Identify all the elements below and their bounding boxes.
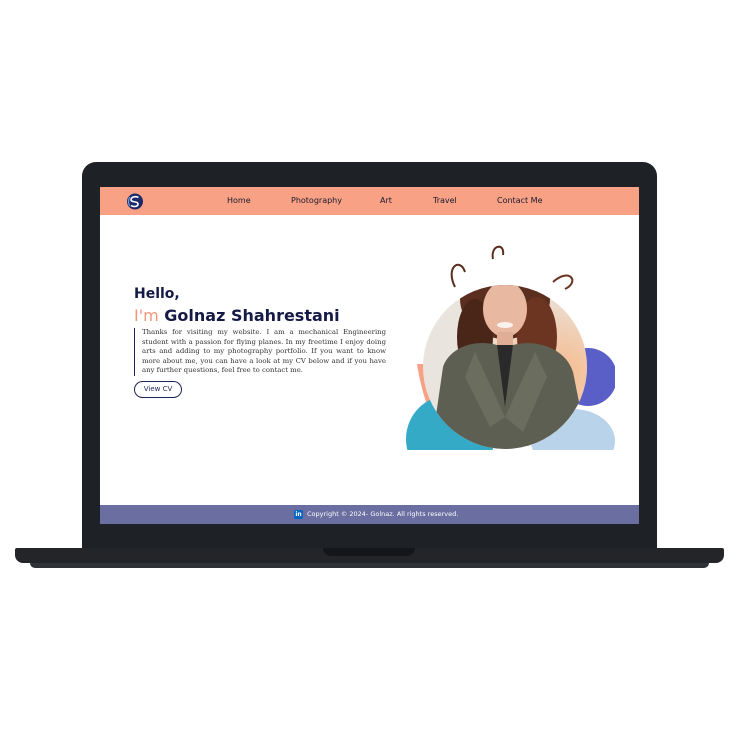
laptop-foot [30,563,709,568]
linkedin-icon[interactable]: in [294,510,303,519]
navbar: Home Photography Art Travel Contact Me [100,187,639,215]
portrait-illustration [405,245,615,453]
laptop-notch [323,548,415,556]
hero-name: Golnaz Shahrestani [164,306,340,325]
hero-title: I'm Golnaz Shahrestani [134,306,340,325]
nav-travel[interactable]: Travel [433,196,457,205]
nav-art[interactable]: Art [380,196,392,205]
im-prefix: I'm [134,306,159,325]
nav-home[interactable]: Home [227,196,251,205]
intro-text: Thanks for visiting my website. I am a m… [134,328,386,376]
nav-contact-me[interactable]: Contact Me [497,196,543,205]
view-cv-button[interactable]: View CV [134,381,182,398]
copyright-text: Copyright © 2024- Golnaz. All rights res… [307,510,459,518]
nav-photography[interactable]: Photography [291,196,342,205]
gs-logo-icon[interactable] [126,193,144,210]
footer: in Copyright © 2024- Golnaz. All rights … [100,505,639,524]
laptop-screen: Home Photography Art Travel Contact Me H… [100,187,639,524]
hero-greeting: Hello, [134,286,180,302]
